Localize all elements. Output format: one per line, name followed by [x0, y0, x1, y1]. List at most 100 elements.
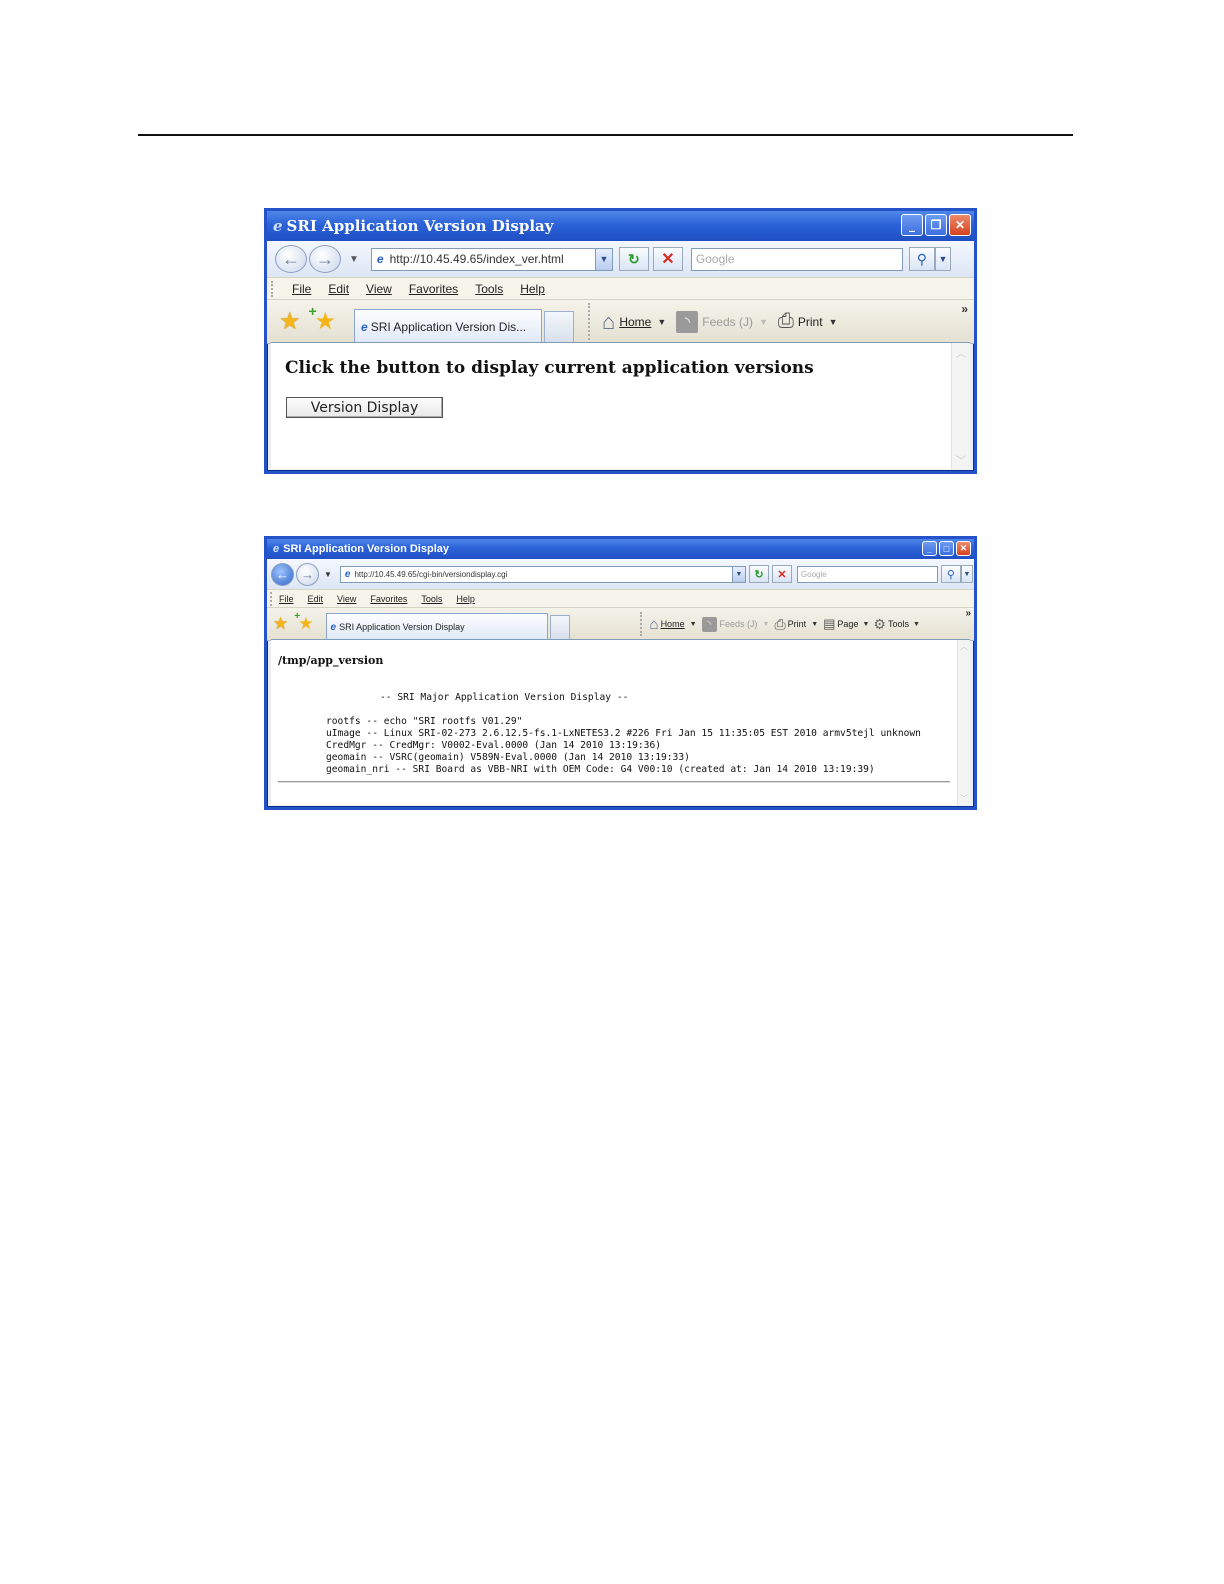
new-tab-button[interactable] [549, 615, 570, 640]
home-button[interactable]: ⌂ Home ▼ [650, 616, 702, 633]
scroll-down-icon[interactable]: ﹀ [952, 452, 970, 467]
page-heading: Click the button to display current appl… [285, 358, 814, 378]
print-button[interactable]: ⎙ Print ▼ [778, 310, 844, 333]
feeds-dropdown-icon[interactable]: ▼ [763, 621, 770, 628]
tools-menu-button[interactable]: ⚙ Tools ▼ [873, 616, 924, 633]
window-title: SRI Application Version Display [286, 217, 554, 235]
tab-label: SRI Application Version Display [339, 622, 465, 632]
address-bar[interactable]: e http://10.45.49.65/cgi-bin/versiondisp… [339, 565, 746, 583]
search-button[interactable]: ⚲ [940, 565, 961, 583]
add-favorite-icon[interactable]: ★ + [294, 611, 313, 634]
home-dropdown-icon[interactable]: ▼ [690, 621, 697, 628]
page-dropdown-icon[interactable]: ▼ [862, 621, 869, 628]
print-dropdown-icon[interactable]: ▼ [811, 621, 818, 628]
refresh-button[interactable]: ↻ [748, 565, 769, 583]
maximize-button[interactable]: □ [939, 541, 954, 556]
tab-current[interactable]: e SRI Application Version Display [325, 613, 548, 640]
page-icon: e [344, 568, 351, 580]
page-content: /tmp/app_version -- SRI Major Applicatio… [271, 639, 970, 805]
add-favorite-icon[interactable]: ★ + [309, 303, 337, 336]
menu-edit[interactable]: Edit [308, 594, 324, 604]
menu-help[interactable]: Help [520, 282, 545, 296]
home-button[interactable]: ⌂ Home ▼ [602, 309, 672, 335]
ie-logo-icon: e [273, 217, 283, 235]
print-dropdown-icon[interactable]: ▼ [829, 317, 838, 327]
stop-button[interactable]: ✕ [771, 565, 792, 583]
address-bar[interactable]: e http://10.45.49.65/index_ver.html ▼ [370, 247, 613, 271]
menu-bar: File Edit View Favorites Tools Help [267, 277, 974, 300]
menu-tools[interactable]: Tools [475, 282, 503, 296]
title-bar[interactable]: e SRI Application Version Display _ □ ✕ [267, 539, 974, 559]
scroll-down-icon[interactable]: ﹀ [958, 793, 970, 804]
toolbar-grip [270, 592, 272, 606]
search-input[interactable]: Google [796, 565, 938, 583]
minimize-button[interactable]: _ [901, 214, 923, 236]
forward-button[interactable]: → [309, 245, 341, 273]
new-tab-button[interactable] [544, 311, 575, 343]
home-icon: ⌂ [649, 615, 659, 633]
home-dropdown-icon[interactable]: ▼ [657, 317, 666, 327]
address-input[interactable]: http://10.45.49.65/cgi-bin/versiondispla… [354, 570, 731, 579]
ie-logo-icon: e [273, 543, 280, 555]
feeds-dropdown-icon[interactable]: ▼ [759, 317, 768, 327]
search-options-button[interactable]: ▼ [960, 565, 973, 583]
search-button[interactable]: ⚲ [908, 247, 935, 271]
search-input[interactable]: Google [690, 247, 903, 271]
close-button[interactable]: ✕ [949, 214, 971, 236]
menu-tools[interactable]: Tools [421, 594, 442, 604]
menu-help[interactable]: Help [456, 594, 475, 604]
back-button[interactable]: ← [271, 562, 294, 586]
version-line-uimage: uImage -- Linux SRI-02-273 2.6.12.5-fs.1… [326, 728, 921, 739]
tools-dropdown-icon[interactable]: ▼ [913, 621, 920, 628]
menu-favorites[interactable]: Favorites [370, 594, 407, 604]
star-icon[interactable]: ★ [279, 307, 301, 336]
magnifier-icon: ⚲ [916, 250, 928, 267]
menu-file[interactable]: File [292, 282, 311, 296]
print-button[interactable]: ⎙ Print ▼ [774, 616, 823, 633]
menu-view[interactable]: View [337, 594, 356, 604]
forward-arrow-icon: → [316, 248, 334, 269]
menu-favorites[interactable]: Favorites [409, 282, 458, 296]
stop-button[interactable]: ✕ [652, 247, 683, 271]
back-button[interactable]: ← [275, 245, 307, 273]
navigation-bar: ← → ▼ e http://10.45.49.65/cgi-bin/versi… [267, 559, 974, 589]
version-line-geomain: geomain -- VSRC(geomain) V589N-Eval.0000… [326, 752, 690, 763]
menu-view[interactable]: View [366, 282, 392, 296]
maximize-button[interactable]: ❐ [925, 214, 947, 236]
refresh-button[interactable]: ↻ [618, 247, 649, 271]
gear-icon: ⚙ [873, 615, 886, 632]
history-dropdown-icon[interactable]: ▼ [324, 570, 332, 579]
scroll-up-icon[interactable]: ︿ [952, 345, 970, 360]
star-icon[interactable]: ★ [273, 614, 288, 634]
scroll-up-icon[interactable]: ︿ [958, 641, 970, 652]
magnifier-icon: ⚲ [946, 568, 955, 581]
address-dropdown-button[interactable]: ▼ [731, 566, 745, 582]
address-dropdown-button[interactable]: ▼ [594, 248, 612, 270]
ie-tab-icon: e [330, 621, 337, 633]
close-button[interactable]: ✕ [956, 541, 971, 556]
ie-tab-icon: e [361, 319, 368, 334]
toolbar-overflow-chevron[interactable]: » [965, 608, 971, 619]
vertical-scrollbar[interactable]: ︿ ﹀ [957, 640, 970, 805]
forward-button[interactable]: → [296, 562, 319, 586]
menu-edit[interactable]: Edit [328, 282, 349, 296]
title-bar[interactable]: e SRI Application Version Display _ ❐ ✕ [267, 211, 974, 241]
page-menu-button[interactable]: ▤ Page ▼ [823, 616, 873, 632]
horizontal-rule [278, 781, 950, 783]
search-options-button[interactable]: ▼ [934, 247, 951, 271]
tab-current[interactable]: e SRI Application Version Dis... [354, 309, 543, 343]
version-display-button[interactable]: Version Display [286, 397, 443, 418]
menu-bar: File Edit View Favorites Tools Help [267, 589, 974, 608]
menu-file[interactable]: File [279, 594, 294, 604]
toolbar-overflow-chevron[interactable]: » [961, 302, 968, 316]
minimize-button[interactable]: _ [922, 541, 937, 556]
page-icon: ▤ [823, 616, 836, 631]
stop-icon: ✕ [661, 251, 675, 268]
address-input[interactable]: http://10.45.49.65/index_ver.html [390, 252, 595, 266]
history-dropdown-icon[interactable]: ▼ [349, 254, 359, 265]
feeds-button[interactable]: ◝ Feeds (J) ▼ [701, 616, 775, 632]
vertical-scrollbar[interactable]: ︿ ﹀ [951, 343, 970, 469]
feeds-button[interactable]: ◝ Feeds (J) ▼ [676, 310, 774, 333]
command-bar-grip [639, 612, 642, 636]
command-bar-grip [588, 303, 591, 340]
